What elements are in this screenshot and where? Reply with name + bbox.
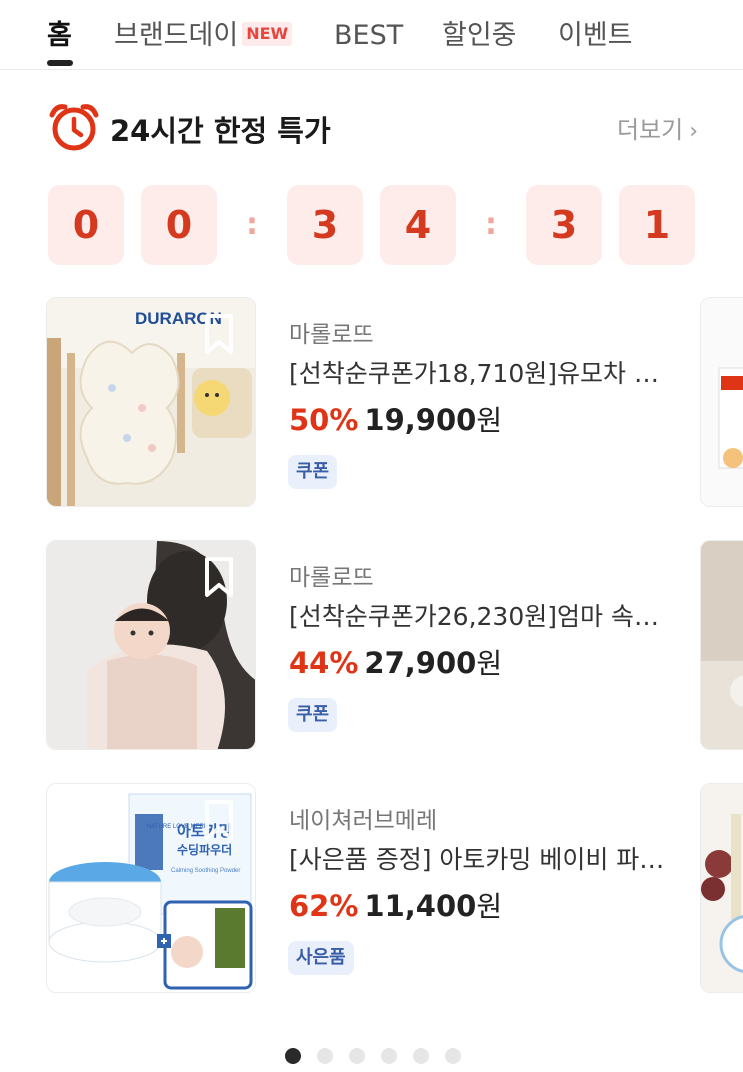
countdown-hour-ones: 0 xyxy=(141,185,217,265)
coupon-tag: 쿠폰 xyxy=(288,455,338,489)
more-link[interactable]: 더보기 › xyxy=(617,110,698,145)
bookmark-icon[interactable] xyxy=(199,798,239,842)
category-tabs: 홈 브랜드데이 NEW BEST 할인중 이벤트 xyxy=(0,0,743,70)
pager-dot[interactable] xyxy=(285,1048,301,1064)
product-name[interactable]: [사은품 증정] 아토카밍 베이비 파우더 xyxy=(289,840,669,876)
sale-price: 11,400 xyxy=(364,889,477,923)
product-name[interactable]: [선착순쿠폰가18,710원]유모차 시트 xyxy=(289,354,669,390)
pager-dot[interactable] xyxy=(317,1048,333,1064)
tab-best[interactable]: BEST xyxy=(334,16,403,56)
currency-unit: 원 xyxy=(476,647,503,680)
pager-dot[interactable] xyxy=(381,1048,397,1064)
countdown-second-ones: 1 xyxy=(619,185,695,265)
countdown-minute-tens: 3 xyxy=(287,185,363,265)
coupon-tag: 쿠폰 xyxy=(288,698,338,732)
tab-home[interactable]: 홈 xyxy=(47,16,72,56)
next-product-preview[interactable] xyxy=(700,297,743,507)
product-seller: 네이쳐러브메레 xyxy=(289,808,438,834)
deal-title: 24시간 한정 특가 xyxy=(110,114,331,148)
next-product-thumbnail xyxy=(701,784,743,992)
countdown-separator: : xyxy=(485,207,497,242)
countdown-timer: 0 0 : 3 4 : 3 1 xyxy=(0,185,743,267)
tab-brand-day-label: 브랜드데이 xyxy=(114,20,239,51)
product-card[interactable]: DURARON 마롤로뜨 [선착순쿠폰가18,710원]유모차 시트 50% 19… xyxy=(0,297,743,509)
product-card[interactable]: 아토카밍 수딩파우더 NATURE LOVE MERE Calming Soot… xyxy=(0,783,743,995)
price-row: 50% 19,900원 xyxy=(289,399,502,439)
product-image[interactable]: DURARON xyxy=(46,297,256,507)
currency-unit: 원 xyxy=(476,404,503,437)
deal-header: 24시간 한정 특가 더보기 › xyxy=(48,100,698,154)
countdown-hour-tens: 0 xyxy=(48,185,124,265)
countdown-minute-ones: 4 xyxy=(380,185,456,265)
sale-price: 27,900 xyxy=(364,646,477,680)
bookmark-icon[interactable] xyxy=(199,312,239,356)
pager-dot[interactable] xyxy=(445,1048,461,1064)
discount-rate: 50% xyxy=(289,403,359,437)
product-card[interactable]: 마롤로뜨 [선착순쿠폰가26,230원]엄마 속싸개 44% 27,900원 쿠폰 xyxy=(0,540,743,752)
pager-dot[interactable] xyxy=(413,1048,429,1064)
price-row: 62% 11,400원 xyxy=(289,885,502,925)
price-row: 44% 27,900원 xyxy=(289,642,502,682)
product-seller: 마롤로뜨 xyxy=(289,565,374,591)
alarm-clock-icon xyxy=(49,104,99,151)
active-tab-indicator xyxy=(47,60,73,66)
tab-event[interactable]: 이벤트 xyxy=(558,16,633,56)
countdown-second-tens: 3 xyxy=(526,185,602,265)
discount-rate: 44% xyxy=(289,646,359,680)
next-product-preview[interactable] xyxy=(700,540,743,750)
tab-brand-day[interactable]: 브랜드데이 NEW xyxy=(114,16,293,56)
countdown-separator: : xyxy=(246,207,258,242)
product-name[interactable]: [선착순쿠폰가26,230원]엄마 속싸개 xyxy=(289,597,669,633)
gift-tag: 사은품 xyxy=(288,941,354,975)
currency-unit: 원 xyxy=(476,890,503,923)
next-product-preview[interactable] xyxy=(700,783,743,993)
product-image[interactable] xyxy=(46,540,256,750)
discount-rate: 62% xyxy=(289,889,359,923)
more-link-label: 더보기 xyxy=(616,116,684,144)
new-badge: NEW xyxy=(242,21,293,46)
bookmark-icon[interactable] xyxy=(199,555,239,599)
next-product-thumbnail xyxy=(701,541,743,749)
chevron-right-icon: › xyxy=(689,119,698,144)
box-caption-text: Calming Soothing Powder xyxy=(171,868,240,874)
product-seller: 마롤로뜨 xyxy=(289,322,374,348)
tab-sale[interactable]: 할인중 xyxy=(442,16,517,56)
product-image[interactable]: 아토카밍 수딩파우더 NATURE LOVE MERE Calming Soot… xyxy=(46,783,256,993)
box-subtitle-text: 수딩파우더 xyxy=(177,842,232,857)
next-product-thumbnail xyxy=(701,298,743,506)
sale-price: 19,900 xyxy=(364,403,477,437)
pager-dot[interactable] xyxy=(349,1048,365,1064)
